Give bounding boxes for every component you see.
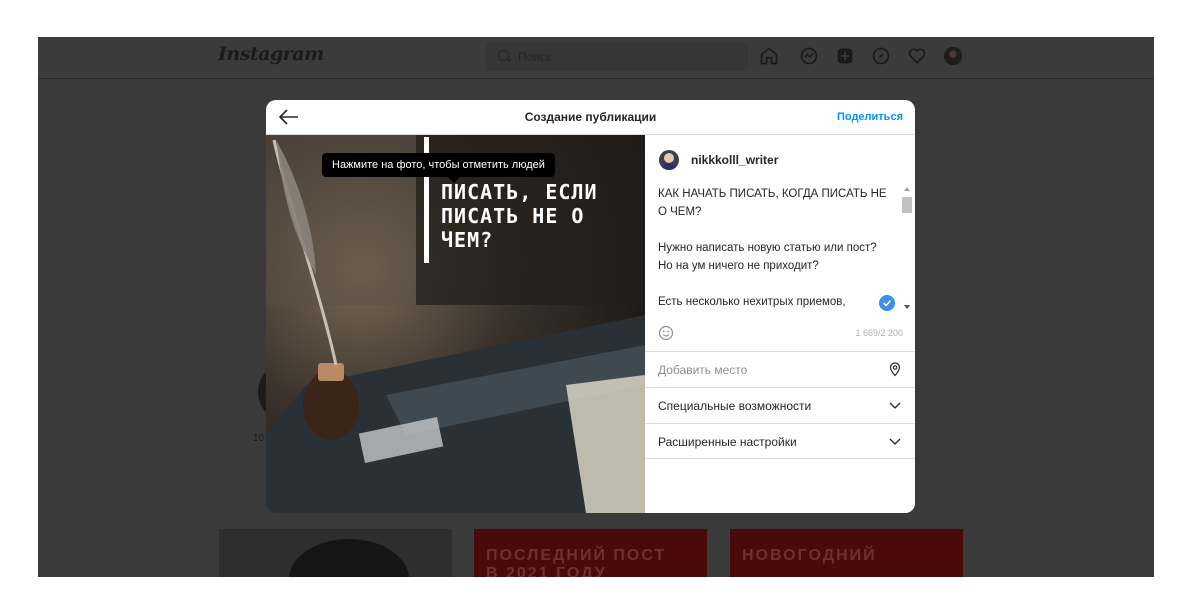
divider (645, 458, 915, 459)
post-count: 10 (253, 433, 265, 444)
modal-header: Создание публикации Поделиться (266, 100, 915, 135)
scroll-down-arrow-icon[interactable] (904, 305, 910, 309)
instagram-logo[interactable]: Instagram (218, 43, 324, 65)
accessibility-section[interactable]: Специальные возможности (645, 387, 915, 423)
feed-tile[interactable]: НОВОГОДНИЙ (730, 529, 963, 577)
tile-text: НОВОГОДНИЙ (742, 547, 877, 564)
user-info: nikkkolll_writer (659, 148, 778, 172)
tile-text: ПОСЛЕДНИЙ ПОСТ В 2021 ГОДУ (486, 547, 667, 577)
overlay-text-line: ПИСАТЬ НЕ О (441, 204, 584, 228)
emoji-icon[interactable] (658, 325, 674, 341)
character-counter: 1 669/2 200 (855, 328, 903, 338)
user-avatar (659, 150, 679, 170)
tag-people-tooltip: Нажмите на фото, чтобы отметить людей (322, 153, 555, 183)
modal-title: Создание публикации (524, 110, 657, 124)
home-icon[interactable] (758, 45, 780, 67)
heart-icon[interactable] (906, 45, 928, 67)
search-input[interactable]: Поиск (486, 43, 748, 71)
photo-image: ПИСАТЬ, ЕСЛИ ПИСАТЬ НЕ О ЧЕМ? (266, 135, 645, 513)
search-icon (498, 50, 509, 61)
scroll-up-arrow-icon[interactable] (904, 187, 910, 191)
accessibility-label: Специальные возможности (658, 399, 812, 413)
top-navigation-bar: Instagram Поиск (38, 37, 1154, 79)
caption-textarea[interactable]: КАК НАЧАТЬ ПИСАТЬ, КОГДА ПИСАТЬ НЕ О ЧЕМ… (658, 185, 888, 315)
profile-avatar[interactable] (942, 45, 964, 67)
chevron-down-icon (887, 397, 903, 413)
messenger-icon[interactable] (798, 45, 820, 67)
portrait-image (289, 539, 409, 577)
feed-tile[interactable]: ПОСЛЕДНИЙ ПОСТ В 2021 ГОДУ (474, 529, 707, 577)
overlay-text-line: ЧЕМ? (441, 228, 493, 252)
location-pin-icon (887, 361, 903, 377)
post-details-panel: nikkkolll_writer КАК НАЧАТЬ ПИСАТЬ, КОГД… (645, 135, 915, 513)
advanced-settings-label: Расширенные настройки (658, 435, 797, 449)
new-post-icon[interactable] (834, 45, 856, 67)
location-placeholder: Добавить место (658, 363, 748, 377)
advanced-settings-section[interactable]: Расширенные настройки (645, 423, 915, 459)
create-post-modal: Создание публикации Поделиться ПИСАТЬ, Е… (266, 100, 915, 513)
overlay-text-line: ПИСАТЬ, ЕСЛИ (441, 180, 598, 204)
username: nikkkolll_writer (691, 153, 779, 167)
checkmark-icon (879, 295, 895, 311)
post-photo[interactable]: ПИСАТЬ, ЕСЛИ ПИСАТЬ НЕ О ЧЕМ? Нажмите на… (266, 135, 645, 513)
chevron-down-icon (887, 433, 903, 449)
add-location-field[interactable]: Добавить место (645, 351, 915, 387)
explore-icon[interactable] (870, 45, 892, 67)
search-placeholder: Поиск (518, 50, 552, 64)
caption-scrollbar[interactable] (901, 185, 912, 313)
app-screen: Instagram Поиск 10 ПОСЛЕДНИЙ ПОСТ В 2021… (38, 37, 1154, 577)
feed-tile[interactable] (219, 529, 452, 577)
share-button[interactable]: Поделиться (837, 111, 903, 123)
scroll-thumb[interactable] (902, 197, 912, 213)
